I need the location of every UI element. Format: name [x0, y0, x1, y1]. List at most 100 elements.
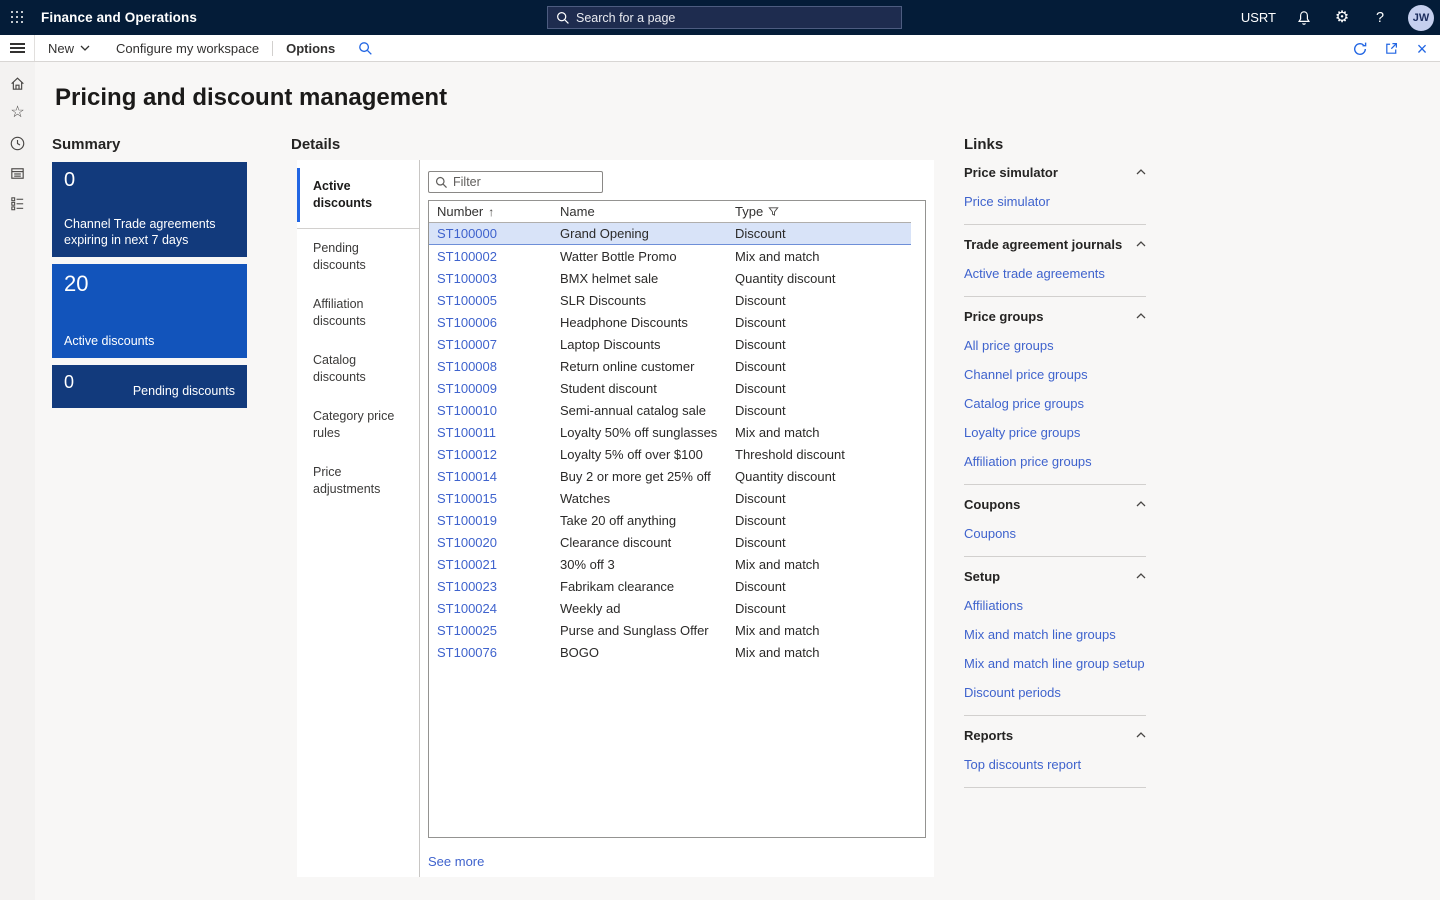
row-number-link[interactable]: ST100015 [429, 491, 558, 506]
links-section-title: Reports [964, 728, 1013, 743]
tab-pending-discounts[interactable]: Pending discounts [297, 229, 419, 285]
table-row[interactable]: ST100015WatchesDiscount [429, 487, 911, 509]
chevron-up-icon[interactable] [1136, 732, 1146, 738]
table-row[interactable]: ST100025Purse and Sunglass OfferMix and … [429, 619, 911, 641]
nav-pane-toggle[interactable] [0, 35, 35, 61]
table-row[interactable]: ST100023Fabrikam clearanceDiscount [429, 575, 911, 597]
row-name: Headphone Discounts [558, 315, 733, 330]
table-row[interactable]: ST100008Return online customerDiscount [429, 355, 911, 377]
table-body: ST100000Grand OpeningDiscountST100002Wat… [429, 223, 911, 663]
configure-workspace-button[interactable]: Configure my workspace [103, 35, 272, 61]
table-row[interactable]: ST100014Buy 2 or more get 25% offQuantit… [429, 465, 911, 487]
recent-clock-icon[interactable] [0, 128, 35, 158]
home-icon[interactable] [0, 68, 35, 98]
modules-list-icon[interactable] [0, 188, 35, 218]
notifications-bell-icon[interactable] [1294, 8, 1314, 28]
link-item[interactable]: Mix and match line groups [964, 627, 1146, 643]
row-number-link[interactable]: ST100009 [429, 381, 558, 396]
table-row[interactable]: ST10002130% off 3Mix and match [429, 553, 911, 575]
table-row[interactable]: ST100019Take 20 off anythingDiscount [429, 509, 911, 531]
table-row[interactable]: ST100010Semi-annual catalog saleDiscount [429, 399, 911, 421]
table-row[interactable]: ST100002Watter Bottle PromoMix and match [429, 245, 911, 267]
link-item[interactable]: Channel price groups [964, 367, 1146, 383]
table-row[interactable]: ST100007Laptop DiscountsDiscount [429, 333, 911, 355]
link-item[interactable]: Catalog price groups [964, 396, 1146, 412]
row-number-link[interactable]: ST100014 [429, 469, 558, 484]
row-number-link[interactable]: ST100021 [429, 557, 558, 572]
table-row[interactable]: ST100000Grand OpeningDiscount [429, 223, 911, 245]
tab-active-discounts[interactable]: Active discounts [297, 168, 419, 222]
row-number-link[interactable]: ST100025 [429, 623, 558, 638]
row-type: Discount [733, 293, 911, 308]
chevron-up-icon[interactable] [1136, 313, 1146, 319]
tab-catalog-discounts[interactable]: Catalog discounts [297, 341, 419, 397]
help-icon[interactable]: ? [1370, 8, 1390, 28]
link-item[interactable]: Coupons [964, 526, 1146, 542]
table-row[interactable]: ST100076BOGOMix and match [429, 641, 911, 663]
column-header-number[interactable]: Number ↑ [429, 204, 558, 219]
app-launcher-waffle-icon[interactable] [0, 0, 35, 35]
row-number-link[interactable]: ST100002 [429, 249, 558, 264]
link-item[interactable]: Discount periods [964, 685, 1146, 701]
column-header-name[interactable]: Name [558, 204, 733, 219]
summary-tile[interactable]: 0Channel Trade agreements expiring in ne… [52, 162, 247, 257]
row-number-link[interactable]: ST100005 [429, 293, 558, 308]
row-number-link[interactable]: ST100020 [429, 535, 558, 550]
row-number-link[interactable]: ST100000 [429, 226, 558, 241]
workspaces-icon[interactable] [0, 158, 35, 188]
link-item[interactable]: Loyalty price groups [964, 425, 1146, 441]
section-divider [964, 556, 1146, 557]
row-number-link[interactable]: ST100006 [429, 315, 558, 330]
table-row[interactable]: ST100011Loyalty 50% off sunglassesMix an… [429, 421, 911, 443]
chevron-up-icon[interactable] [1136, 169, 1146, 175]
link-item[interactable]: Active trade agreements [964, 266, 1146, 282]
command-search-icon[interactable] [358, 41, 373, 56]
environment-label[interactable]: USRT [1241, 10, 1276, 25]
open-in-new-window-icon[interactable] [1381, 39, 1401, 59]
chevron-up-icon[interactable] [1136, 241, 1146, 247]
table-row[interactable]: ST100024Weekly adDiscount [429, 597, 911, 619]
row-type: Discount [733, 337, 911, 352]
link-item[interactable]: Top discounts report [964, 757, 1146, 773]
link-item[interactable]: Mix and match line group setup [964, 656, 1146, 672]
column-header-type[interactable]: Type [733, 204, 911, 219]
row-number-link[interactable]: ST100010 [429, 403, 558, 418]
settings-gear-icon[interactable]: ⚙ [1332, 8, 1352, 28]
tab-category-price-rules[interactable]: Category price rules [297, 397, 419, 453]
tab-price-adjustments[interactable]: Price adjustments [297, 453, 419, 509]
favorites-star-icon[interactable]: ☆ [0, 98, 35, 128]
see-more-link[interactable]: See more [428, 854, 484, 869]
chevron-up-icon[interactable] [1136, 573, 1146, 579]
refresh-icon[interactable] [1350, 39, 1370, 59]
app-title[interactable]: Finance and Operations [41, 10, 197, 25]
link-item[interactable]: Price simulator [964, 194, 1146, 210]
tab-affiliation-discounts[interactable]: Affiliation discounts [297, 285, 419, 341]
link-item[interactable]: All price groups [964, 338, 1146, 354]
row-number-link[interactable]: ST100076 [429, 645, 558, 660]
table-row[interactable]: ST100003BMX helmet saleQuantity discount [429, 267, 911, 289]
link-item[interactable]: Affiliations [964, 598, 1146, 614]
filter-input[interactable]: Filter [428, 171, 603, 193]
table-row[interactable]: ST100012Loyalty 5% off over $100Threshol… [429, 443, 911, 465]
row-number-link[interactable]: ST100011 [429, 425, 558, 440]
new-button[interactable]: New [35, 35, 103, 61]
row-number-link[interactable]: ST100007 [429, 337, 558, 352]
table-row[interactable]: ST100006Headphone DiscountsDiscount [429, 311, 911, 333]
close-icon[interactable]: × [1412, 39, 1432, 59]
table-row[interactable]: ST100009Student discountDiscount [429, 377, 911, 399]
row-number-link[interactable]: ST100024 [429, 601, 558, 616]
table-row[interactable]: ST100020Clearance discountDiscount [429, 531, 911, 553]
global-search-input[interactable]: Search for a page [547, 6, 902, 29]
summary-tile[interactable]: 20Active discounts [52, 264, 247, 358]
summary-tile[interactable]: 0Pending discounts [52, 365, 247, 408]
row-number-link[interactable]: ST100003 [429, 271, 558, 286]
row-number-link[interactable]: ST100012 [429, 447, 558, 462]
row-number-link[interactable]: ST100019 [429, 513, 558, 528]
row-number-link[interactable]: ST100008 [429, 359, 558, 374]
user-avatar[interactable]: JW [1408, 5, 1434, 31]
row-number-link[interactable]: ST100023 [429, 579, 558, 594]
table-row[interactable]: ST100005SLR DiscountsDiscount [429, 289, 911, 311]
chevron-up-icon[interactable] [1136, 501, 1146, 507]
link-item[interactable]: Affiliation price groups [964, 454, 1146, 470]
options-button[interactable]: Options [273, 35, 348, 61]
